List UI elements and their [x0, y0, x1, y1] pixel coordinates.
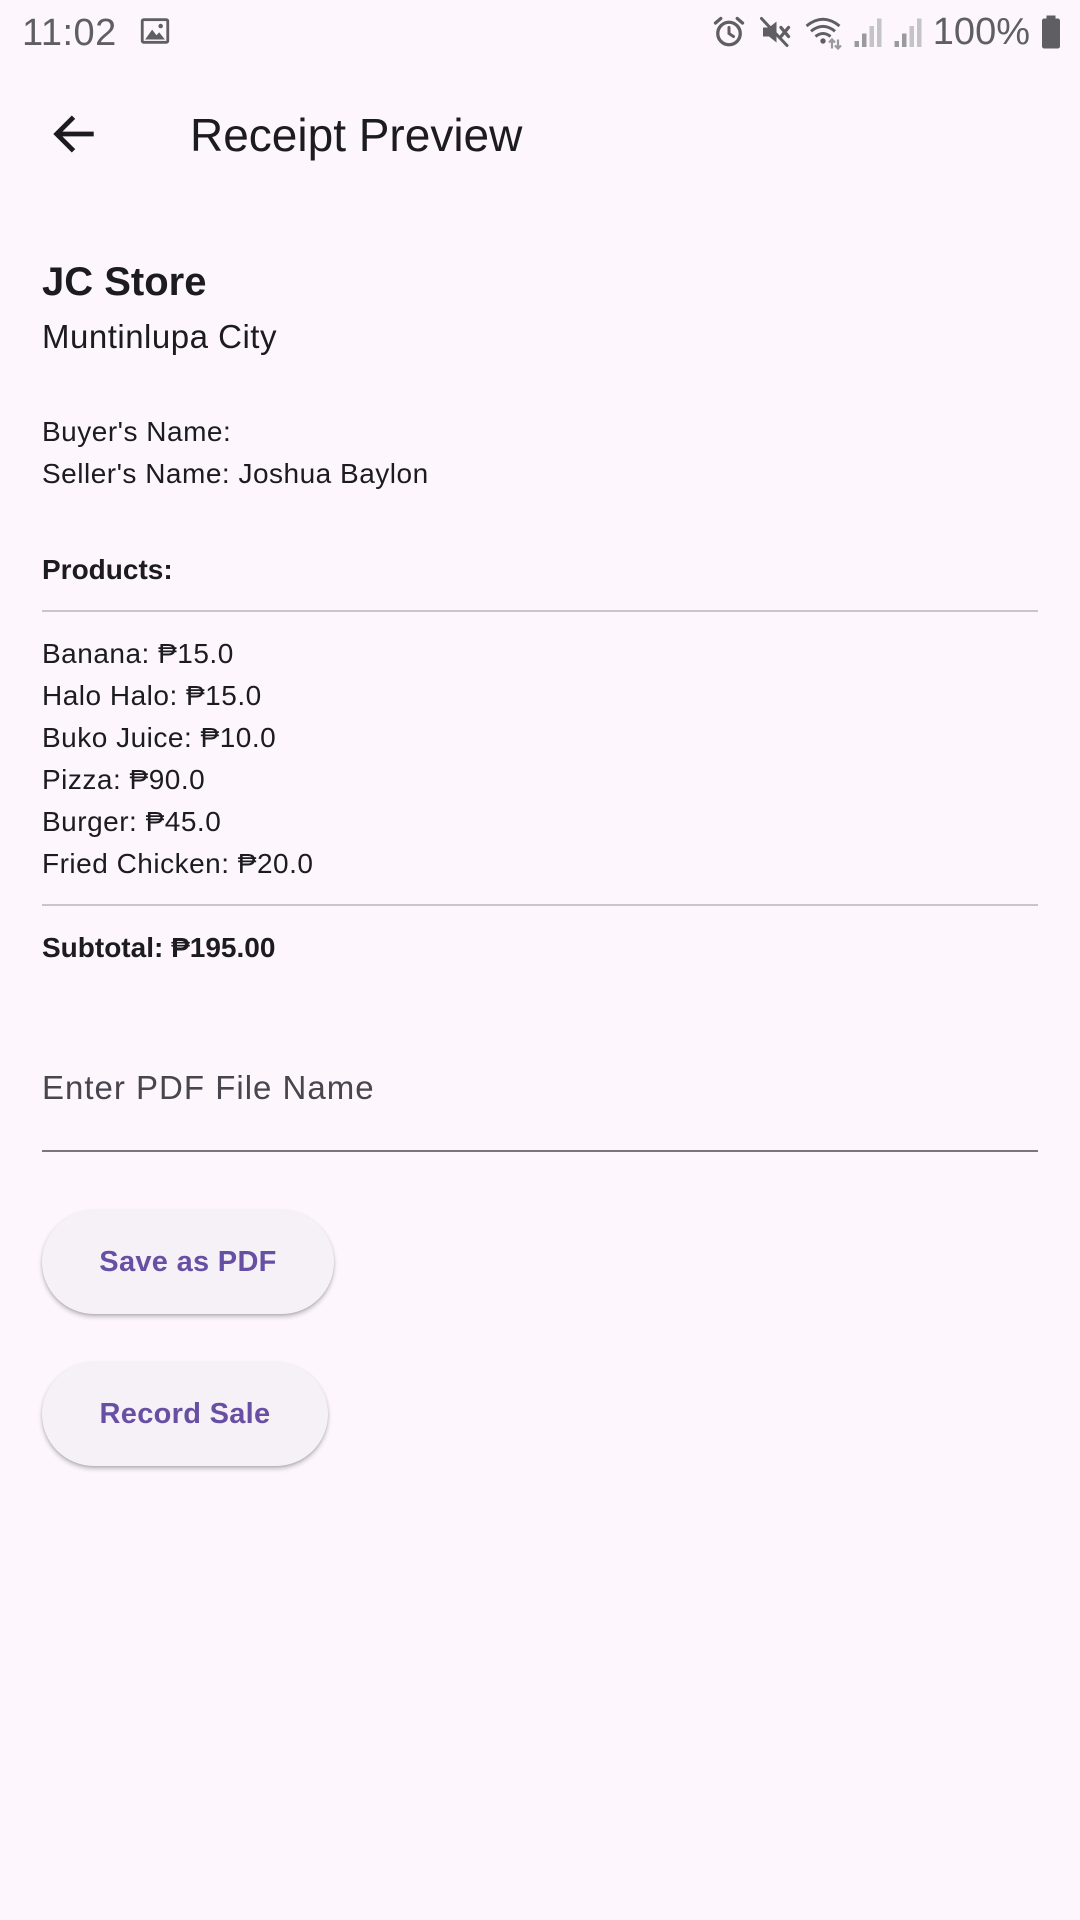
list-item: Halo Halo: ₱15.0: [42, 680, 262, 711]
status-bar: 11:02 100%: [0, 0, 1080, 66]
subtotal: Subtotal: ₱195.00: [42, 932, 276, 963]
gallery-icon: [138, 14, 172, 53]
mute-icon: [757, 14, 793, 50]
arrow-back-icon: [48, 108, 100, 165]
signal-icon: [893, 14, 923, 50]
seller-name-line: Seller's Name: Joshua Baylon: [42, 458, 429, 489]
list-item: Burger: ₱45.0: [42, 806, 222, 837]
list-item: Banana: ₱15.0: [42, 638, 234, 669]
list-item: Fried Chicken: ₱20.0: [42, 848, 314, 879]
status-time: 11:02: [22, 12, 117, 54]
alarm-icon: [711, 14, 747, 50]
buyer-name-line: Buyer's Name:: [42, 416, 232, 447]
page-title: Receipt Preview: [190, 109, 523, 161]
app-bar: Receipt Preview: [0, 66, 1080, 206]
back-button[interactable]: [24, 104, 124, 168]
divider: [42, 610, 1038, 612]
signal-icon: [853, 14, 883, 50]
list-item: Pizza: ₱90.0: [42, 764, 206, 795]
pdf-file-name-input[interactable]: [42, 1048, 1038, 1128]
battery-percent: 100%: [932, 10, 1030, 53]
store-city: Muntinlupa City: [42, 318, 277, 355]
products-heading: Products:: [42, 554, 173, 585]
record-sale-button[interactable]: Record Sale: [42, 1362, 328, 1466]
wifi-icon: [803, 14, 843, 50]
save-as-pdf-button[interactable]: Save as PDF: [42, 1210, 334, 1314]
list-item: Buko Juice: ₱10.0: [42, 722, 277, 753]
battery-icon: [1040, 14, 1062, 50]
pdf-file-name-field: [42, 1026, 1038, 1152]
store-name: JC Store: [42, 260, 207, 304]
divider: [42, 904, 1038, 906]
